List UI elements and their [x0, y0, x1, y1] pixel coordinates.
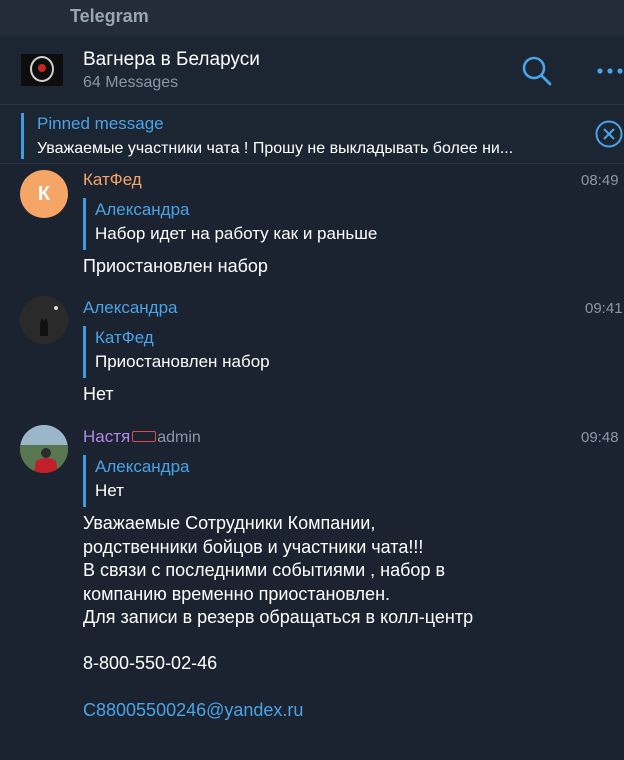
- reply-accent-bar: [83, 198, 86, 250]
- chat-avatar[interactable]: [21, 54, 63, 86]
- message-text: Приостановлен набор: [83, 256, 268, 276]
- message-text: Уважаемые Сотрудники Компании, родственн…: [83, 513, 474, 627]
- reply-sender: КатФед: [95, 328, 154, 347]
- chat-member-count: 64 Messages: [83, 74, 179, 91]
- message-time: 08:49: [581, 172, 619, 189]
- pinned-label: Pinned message: [37, 114, 164, 133]
- reply-accent-bar: [83, 326, 86, 378]
- reply-quote[interactable]: КатФед Приостановлен набор: [83, 326, 533, 378]
- email-link[interactable]: C88005500246@yandex.ru: [83, 700, 303, 721]
- reply-sender: Александра: [95, 200, 190, 219]
- more-options-icon[interactable]: [594, 58, 624, 84]
- sender-name[interactable]: КатФед: [83, 170, 142, 190]
- sender-name[interactable]: Настя admin: [83, 427, 201, 447]
- message-text: Нет: [83, 384, 114, 404]
- sender-name-text: Настя: [83, 427, 131, 446]
- reply-text: Приостановлен набор: [95, 352, 270, 371]
- pinned-accent-bar: [21, 113, 24, 159]
- avatar[interactable]: К: [20, 170, 68, 218]
- reply-text: Набор идет на работу как и раньше: [95, 224, 378, 243]
- app-title: Telegram: [70, 6, 149, 26]
- pinned-text[interactable]: Уважаемые участники чата ! Прошу не выкл…: [37, 140, 597, 158]
- sender-name[interactable]: Александра: [83, 298, 178, 318]
- search-icon[interactable]: [520, 54, 554, 88]
- pinned-message-bar[interactable]: Pinned message Уважаемые участники чата …: [0, 105, 624, 164]
- admin-tag: admin: [157, 429, 201, 446]
- skull-logo-icon: [30, 56, 54, 82]
- person-photo-icon: [20, 425, 68, 473]
- reply-accent-bar: [83, 455, 86, 507]
- reply-sender: Александра: [95, 457, 190, 476]
- cat-silhouette-icon: [20, 296, 68, 344]
- admin-badge-icon: [132, 431, 157, 443]
- avatar[interactable]: [20, 425, 68, 473]
- reply-quote[interactable]: Александра Набор идет на работу как и ра…: [83, 198, 533, 250]
- close-pinned-icon[interactable]: [594, 119, 624, 149]
- phone-number[interactable]: 8-800-550-02-46: [83, 652, 217, 676]
- message-time: 09:41: [585, 300, 623, 317]
- reply-quote[interactable]: Александра Нет: [83, 455, 533, 507]
- reply-text: Нет: [95, 481, 124, 500]
- chat-title[interactable]: Вагнера в Беларуси: [83, 49, 260, 71]
- title-bar: Telegram: [0, 0, 624, 36]
- avatar[interactable]: [20, 296, 68, 344]
- message-time: 09:48: [581, 429, 619, 446]
- chat-header[interactable]: Вагнера в Беларуси 64 Messages: [0, 36, 624, 105]
- avatar-letter: К: [37, 182, 51, 205]
